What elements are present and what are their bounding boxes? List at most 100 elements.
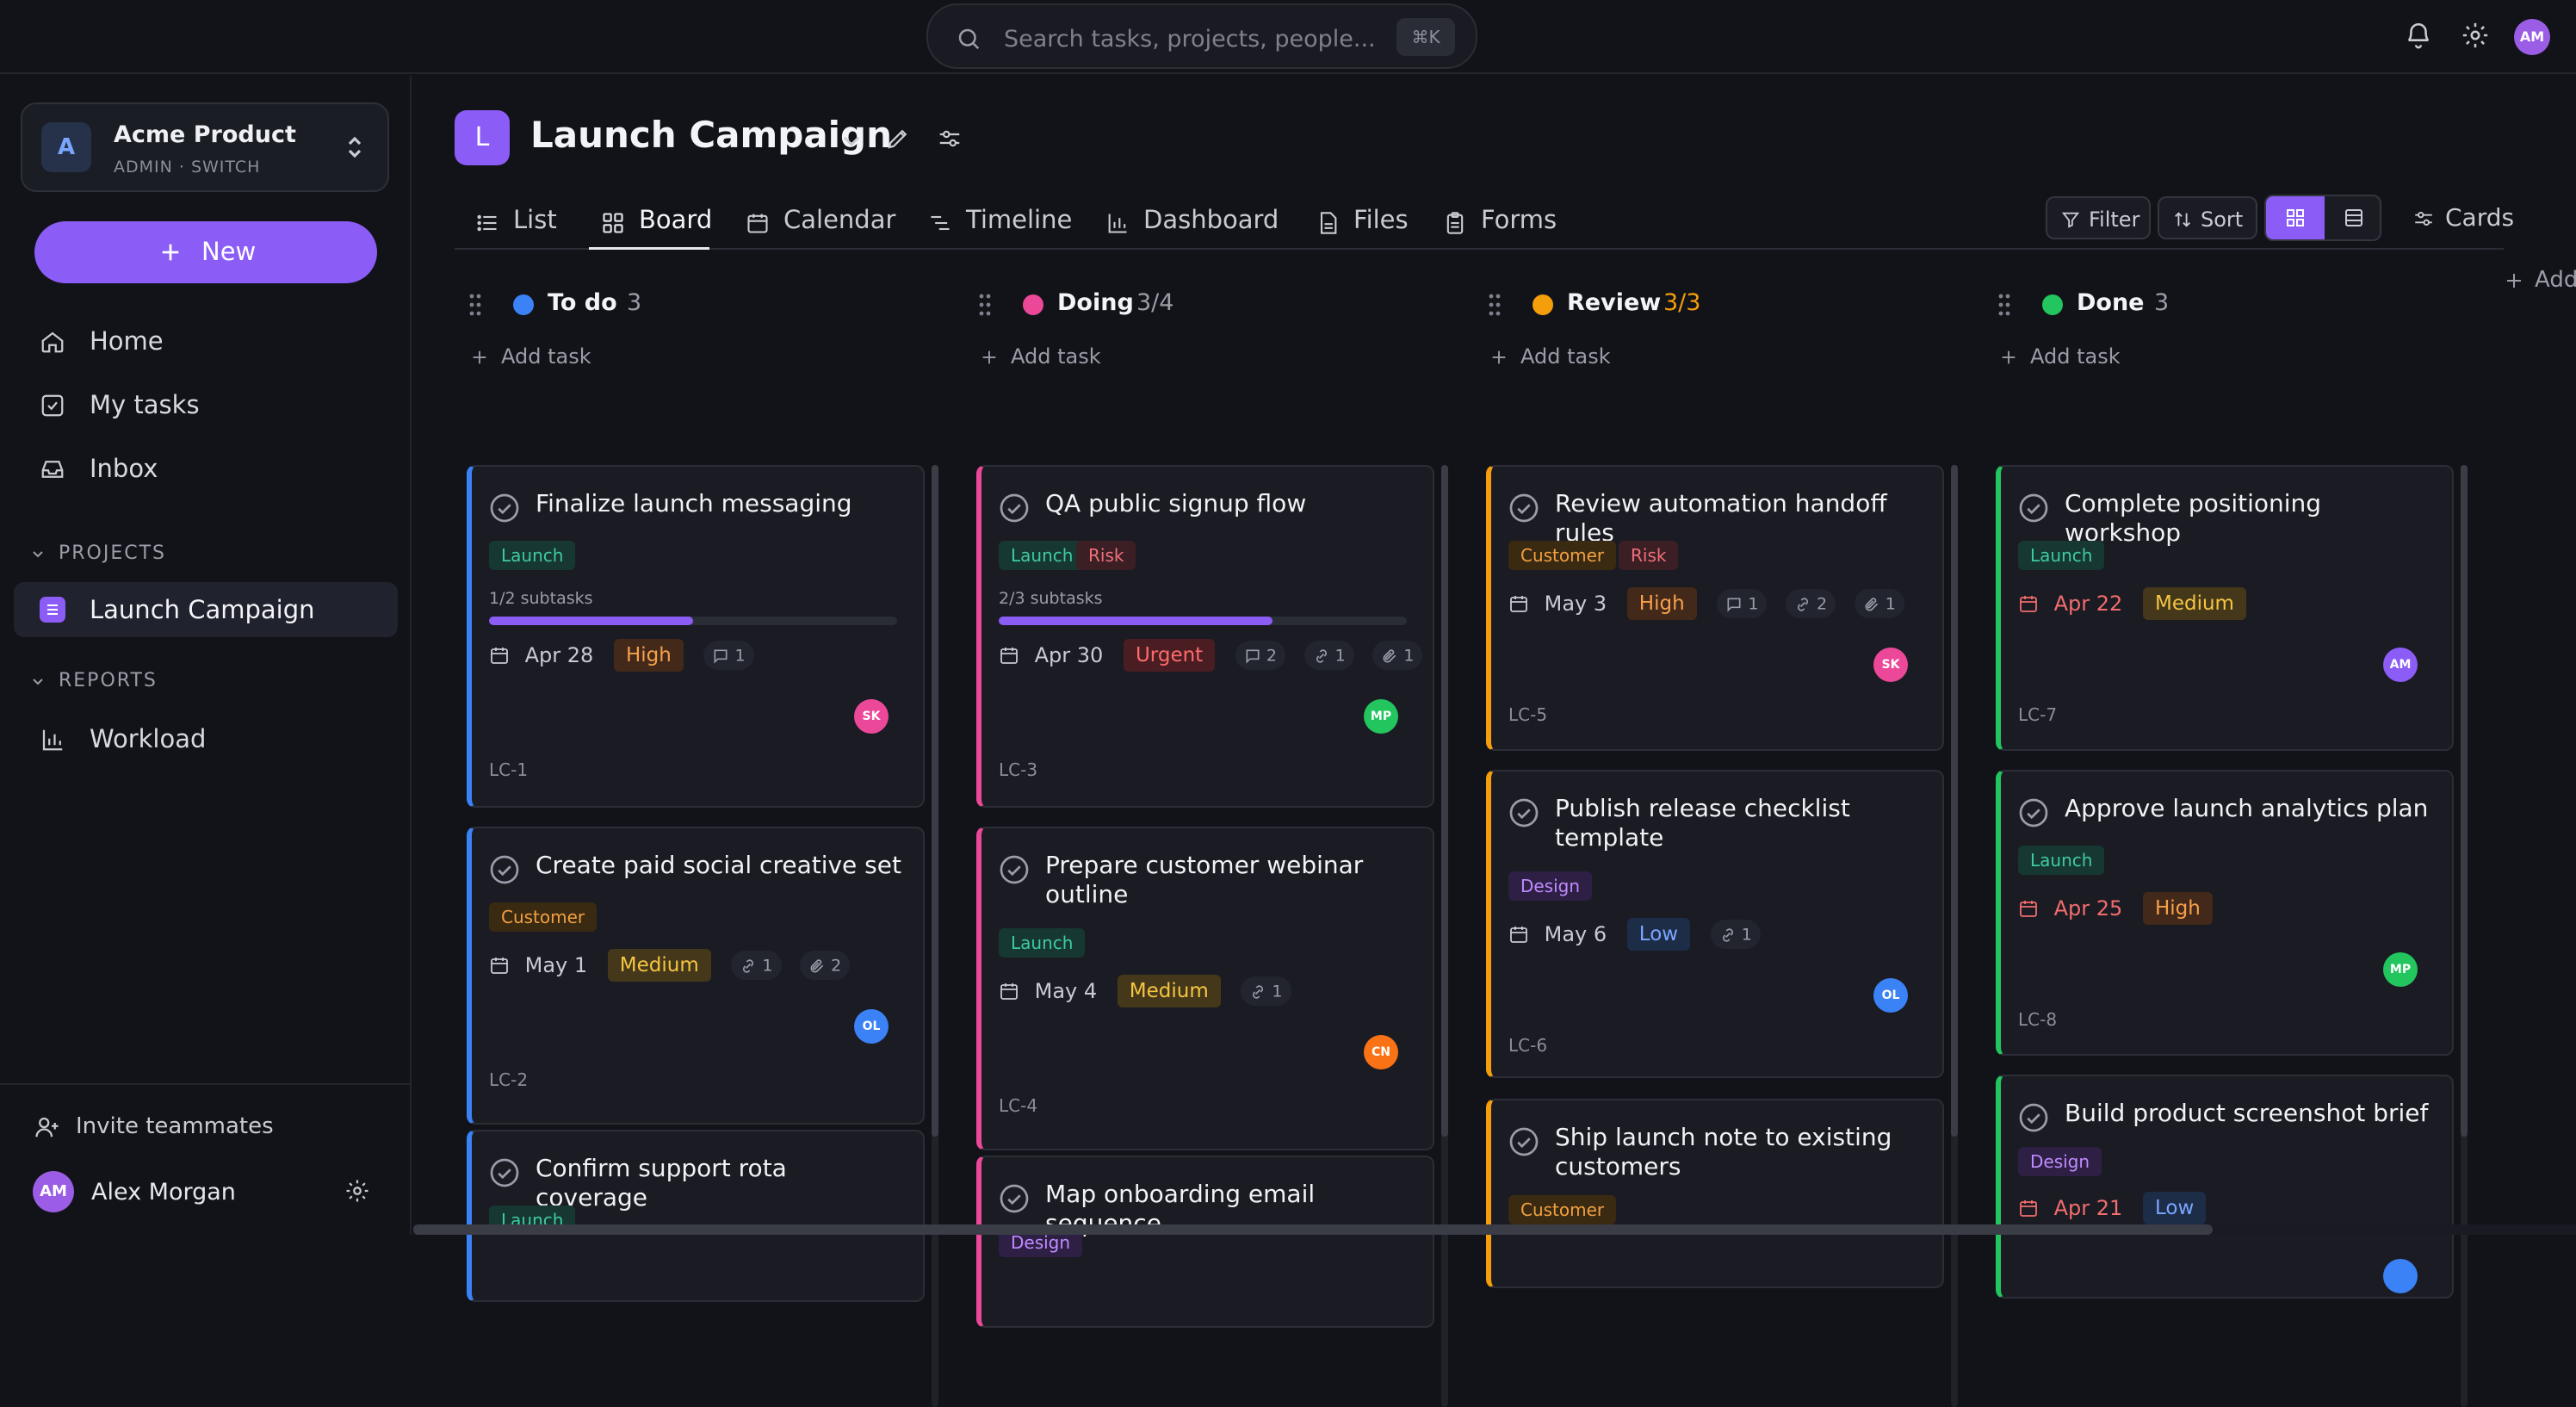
new-button[interactable]: New [34,221,377,283]
assignee-avatar[interactable]: CN [1364,1035,1398,1069]
add-task-button[interactable]: Add task [1999,344,2121,369]
task-card[interactable]: Review automation handoff rules Customer… [1486,465,1944,751]
check-circle-icon[interactable] [489,1157,520,1188]
sidebar-item-workload[interactable]: Workload [14,711,398,766]
drag-handle-icon[interactable] [468,293,482,317]
task-title: Confirm support rota coverage [536,1154,787,1212]
home-icon [41,332,64,353]
sidebar-item-launch-campaign[interactable]: Launch Campaign [14,582,398,637]
due-date: Apr 22 [2053,592,2123,616]
check-circle-icon[interactable] [999,854,1030,885]
link-count: 1 [1303,641,1354,670]
task-card[interactable]: Publish release checklist template Desig… [1486,770,1944,1078]
calendar-icon [1510,927,1527,943]
drag-handle-icon[interactable] [1488,293,1502,317]
subtask-count: 1/2 subtasks [489,589,593,608]
assignee-avatar[interactable] [2383,1259,2418,1293]
invite-teammates-button[interactable]: Invite teammates [34,1113,274,1140]
sidebar-item-home[interactable]: Home [14,313,398,369]
add-task-button[interactable]: Add task [470,344,591,369]
check-circle-icon[interactable] [489,493,520,524]
check-circle-icon[interactable] [2018,797,2049,828]
sort-button[interactable]: Sort [2158,196,2257,239]
task-card[interactable]: Approve launch analytics plan Launch Apr… [1996,770,2454,1056]
projects-heading[interactable]: PROJECTS [31,542,166,564]
column-scrollbar[interactable] [1441,465,1448,1407]
comment-count: 2 [1235,641,1285,670]
drag-handle-icon[interactable] [1997,293,2011,317]
status-dot [513,294,534,315]
due-date: May 1 [524,953,588,977]
workspace-switcher[interactable]: A Acme Product ADMIN · SWITCH [21,102,389,192]
task-card[interactable]: Build product screenshot brief Design Ap… [1996,1075,2454,1299]
due-date: Apr 30 [1034,643,1104,667]
task-card[interactable]: QA public signup flow Launch Risk 2/3 su… [976,465,1434,808]
board-horizontal-scrollbar[interactable] [413,1224,2576,1235]
check-circle-icon[interactable] [999,1183,1030,1214]
paperclip-icon [1383,648,1396,662]
task-card[interactable]: Confirm support rota coverage Launch [467,1130,925,1302]
calendar-icon [2020,901,2037,917]
priority-badge: Medium [607,949,711,982]
priority-badge: High [613,639,684,672]
assignee-avatar[interactable]: OL [1873,978,1908,1013]
tab-list[interactable]: List [475,196,561,250]
current-user[interactable]: AM Alex Morgan [33,1171,236,1212]
check-circle-icon[interactable] [999,493,1030,524]
gear-icon[interactable] [2461,21,2490,50]
tab-board[interactable]: Board [589,196,712,250]
assignee-avatar[interactable]: AM [2383,648,2418,682]
column-scrollbar[interactable] [1951,465,1958,1407]
tag-label: Risk [1619,541,1679,570]
tab-timeline[interactable]: Timeline [928,196,1074,250]
search-input[interactable]: Search tasks, projects, people... ⌘K [926,3,1477,69]
priority-badge: Low [1626,918,1691,951]
task-card[interactable]: Complete positioning workshop Launch Apr… [1996,465,2454,751]
check-circle-icon[interactable] [489,854,520,885]
tab-forms[interactable]: Forms [1443,196,1557,250]
check-circle-icon[interactable] [1508,797,1539,828]
assignee-avatar[interactable]: SK [1873,648,1908,682]
due-date: Apr 21 [2053,1196,2123,1220]
assignee-avatar[interactable]: MP [1364,699,1398,734]
check-circle-icon[interactable] [1508,1126,1539,1157]
drag-handle-icon[interactable] [978,293,992,317]
sliders-icon[interactable] [937,126,963,152]
cards-density-button[interactable]: Cards [2412,203,2514,232]
task-card[interactable]: Create paid social creative set Customer… [467,827,925,1125]
task-card[interactable]: Map onboarding email sequence Design [976,1156,1434,1328]
assignee-avatar[interactable]: OL [854,1009,889,1044]
chevron-down-icon [33,551,43,558]
task-card[interactable]: Ship launch note to existing customers C… [1486,1099,1944,1288]
sidebar-item-inbox[interactable]: Inbox [14,441,398,496]
tab-files[interactable]: Files [1316,196,1419,250]
user-avatar[interactable]: AM [2514,19,2550,55]
add-task-button[interactable]: Add task [980,344,1101,369]
assignee-avatar[interactable]: SK [854,699,889,734]
tab-dashboard[interactable]: Dashboard [1105,196,1279,250]
tag-label: Launch [2018,541,2105,570]
task-card[interactable]: Prepare customer webinar outline Launch … [976,827,1434,1150]
column-scrollbar[interactable] [932,465,938,1407]
chevron-down-icon[interactable] [840,129,863,152]
bell-icon[interactable] [2404,21,2433,50]
check-circle-icon[interactable] [1508,493,1539,524]
chevron-down-icon [33,679,43,685]
assignee-avatar[interactable]: MP [2383,952,2418,987]
card-view-toggle[interactable] [2266,196,2325,239]
link-icon [1798,597,1809,611]
check-circle-icon[interactable] [2018,1102,2049,1133]
sidebar-item-my-tasks[interactable]: My tasks [14,377,398,432]
task-card[interactable]: Finalize launch messaging Launch 1/2 sub… [467,465,925,808]
tab-calendar[interactable]: Calendar [746,196,895,250]
user-settings-icon[interactable] [344,1178,370,1204]
reports-heading[interactable]: REPORTS [31,670,158,691]
add-task-button[interactable]: Add task [1489,344,1611,369]
check-circle-icon[interactable] [2018,493,2049,524]
filter-button[interactable]: Filter [2046,196,2151,239]
tag-label: Launch [999,928,1086,958]
column-scrollbar[interactable] [2461,465,2468,1407]
edit-icon[interactable] [885,126,911,152]
plus-icon [982,350,996,364]
add-column-button[interactable]: Add [2504,267,2576,293]
